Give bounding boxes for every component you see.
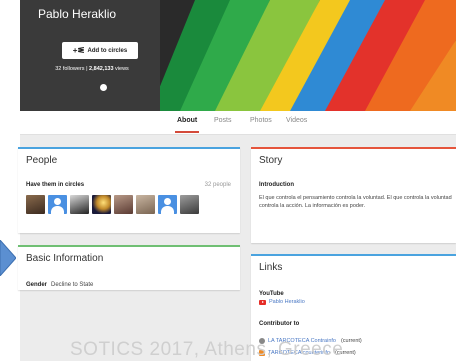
profile-dot-icon <box>100 84 107 91</box>
basic-information-card: Basic Information Gender Decline to State <box>18 245 240 290</box>
people-count[interactable]: 32 people <box>205 182 231 188</box>
profile-summary: Pablo Heraklio +ᓬ Add to circles 32 foll… <box>20 0 160 111</box>
avatar[interactable] <box>70 195 89 214</box>
avatar[interactable] <box>114 195 133 214</box>
youtube-icon <box>259 299 266 305</box>
youtube-link[interactable]: Pablo Heraklio <box>259 299 305 305</box>
add-to-circles-label: Add to circles <box>87 47 128 54</box>
add-to-circles-button[interactable]: +ᓬ Add to circles <box>62 42 138 59</box>
gender-row: Gender Decline to State <box>26 282 93 288</box>
left-gutter <box>0 0 20 361</box>
introduction-label: Introduction <box>259 182 294 188</box>
avatar[interactable] <box>180 195 199 214</box>
avatar[interactable] <box>48 195 67 214</box>
followers-count: 32 followers <box>55 66 85 72</box>
links-title: Links <box>259 262 283 273</box>
profile-tabs: About Posts Photos Videos <box>20 111 456 135</box>
have-them-in-circles-label: Have them in circles <box>26 182 85 188</box>
views-label: views <box>113 66 129 72</box>
avatar[interactable] <box>158 195 177 214</box>
avatar[interactable] <box>136 195 155 214</box>
gender-value: Decline to State <box>51 282 94 288</box>
profile-name: Pablo Heraklio <box>38 7 117 21</box>
tab-posts[interactable]: Posts <box>214 117 232 124</box>
basic-information-title: Basic Information <box>26 253 104 264</box>
story-card: Story Introduction El que controla el pe… <box>251 147 456 243</box>
people-card: People Have them in circles 32 people <box>18 147 240 233</box>
slide-footer-caption: SOTICS 2017, Athens, Greece <box>70 339 344 360</box>
gender-label: Gender <box>26 282 48 288</box>
avatar[interactable] <box>26 195 45 214</box>
introduction-text: El que controla el pensamiento controla … <box>259 195 452 209</box>
views-count: 2,842,133 <box>89 66 114 72</box>
tab-photos[interactable]: Photos <box>250 117 272 124</box>
people-title: People <box>26 155 58 166</box>
profile-stats: 32 followers | 2,842,133 views <box>30 66 154 72</box>
contributor-to-label: Contributor to <box>259 321 300 327</box>
avatar[interactable] <box>92 195 111 214</box>
story-title: Story <box>259 155 283 166</box>
tab-about[interactable]: About <box>174 117 200 133</box>
tab-videos[interactable]: Videos <box>286 117 307 124</box>
youtube-label: YouTube <box>259 291 284 297</box>
people-avatars <box>26 195 199 214</box>
add-person-icon: +ᓬ <box>72 46 85 55</box>
youtube-link-text[interactable]: Pablo Heraklio <box>269 299 305 305</box>
slide-arrow-icon <box>0 240 16 276</box>
